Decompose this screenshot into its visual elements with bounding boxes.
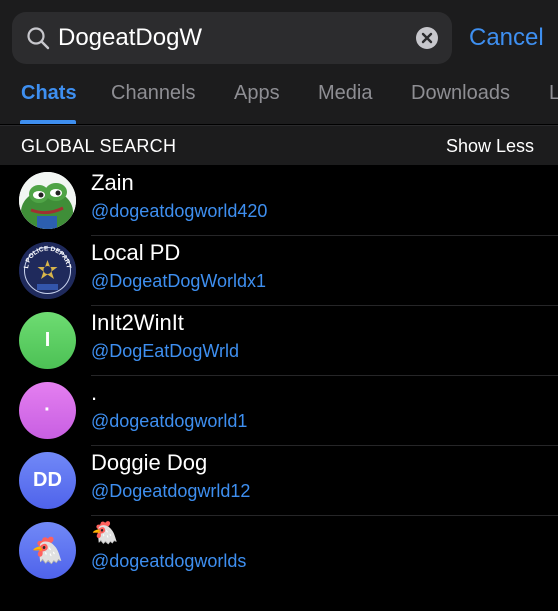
avatar: ·: [19, 382, 76, 439]
list-item[interactable]: DD Doggie Dog @Dogeatdogwrld12: [0, 446, 558, 516]
clear-icon[interactable]: [415, 26, 439, 50]
active-tab-indicator: [20, 120, 76, 124]
result-handle: @DogEatDogWrld: [91, 341, 239, 361]
tab-media[interactable]: Media: [318, 81, 372, 105]
global-search-header: GLOBAL SEARCH Show Less: [0, 125, 558, 165]
result-name: InIt2WinIt: [91, 310, 184, 335]
result-handle: @DogeatDogWorldx1: [91, 271, 267, 291]
chicken-icon: 🐔: [19, 522, 76, 579]
tab-channels[interactable]: Channels: [111, 81, 196, 105]
show-less-button[interactable]: Show Less: [446, 136, 534, 156]
result-name: Local PD: [91, 240, 181, 265]
avatar: I: [19, 312, 76, 369]
result-name: Zain: [91, 170, 134, 195]
list-item[interactable]: Zain @dogeatdogworld420: [0, 166, 558, 236]
result-name: .: [91, 380, 98, 405]
result-name: Doggie Dog: [91, 450, 208, 475]
list-item[interactable]: LOCAL POLICE DEPARTMENT Local PD @Dogeat…: [0, 236, 558, 306]
result-handle: @dogeatdogworld1: [91, 411, 248, 431]
search-field[interactable]: DogeatDogW: [12, 12, 452, 64]
list-item[interactable]: I InIt2WinIt @DogEatDogWrld: [0, 306, 558, 376]
frog-icon: [19, 172, 76, 229]
tab-apps[interactable]: Apps: [234, 81, 280, 105]
search-icon: [27, 27, 50, 50]
search-input[interactable]: DogeatDogW: [58, 24, 202, 52]
list-item[interactable]: 🐔 🐔 @dogeatdogworlds: [0, 516, 558, 586]
result-handle: @dogeatdogworlds: [91, 551, 247, 571]
tab-downloads[interactable]: Downloads: [411, 81, 510, 105]
result-name: 🐔: [91, 520, 119, 545]
result-handle: @Dogeatdogwrld12: [91, 481, 251, 501]
tab-chats[interactable]: Chats: [21, 81, 77, 105]
result-handle: @dogeatdogworld420: [91, 201, 268, 221]
search-header: DogeatDogW Cancel Chats Channels Apps Me…: [0, 0, 558, 124]
cancel-button[interactable]: Cancel: [469, 24, 544, 52]
section-title: GLOBAL SEARCH: [21, 136, 177, 156]
avatar: DD: [19, 452, 76, 509]
tab-more[interactable]: L: [549, 81, 558, 105]
list-item[interactable]: · . @dogeatdogworld1: [0, 376, 558, 446]
tab-bar: Chats Channels Apps Media Downloads L: [0, 78, 558, 124]
police-badge-icon: LOCAL POLICE DEPARTMENT: [19, 242, 76, 299]
